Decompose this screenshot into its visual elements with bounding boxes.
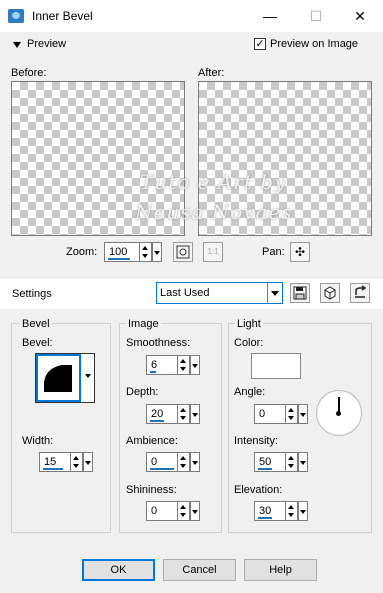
actual-size-button[interactable]: 1:1 — [203, 242, 223, 262]
smoothness-value: 6 — [151, 359, 158, 371]
color-label: Color: — [234, 337, 264, 349]
window-title: Inner Bevel — [32, 9, 93, 23]
preset-select[interactable]: Last Used — [156, 282, 283, 304]
width-label: Width: — [22, 435, 54, 447]
angle-dropdown-icon[interactable] — [298, 404, 308, 424]
shininess-input[interactable]: 0 — [146, 501, 200, 521]
bevel-label: Bevel: — [22, 337, 53, 349]
width-input[interactable]: 15 — [39, 452, 93, 472]
pan-label: Pan: — [262, 246, 285, 258]
depth-label: Depth: — [126, 386, 159, 398]
smoothness-underline — [150, 371, 156, 373]
intensity-spin-arrows[interactable] — [285, 453, 297, 471]
ambience-underline — [150, 468, 174, 470]
zoom-label: Zoom: — [66, 246, 98, 258]
reset-button[interactable] — [350, 283, 370, 303]
floppy-icon — [293, 286, 307, 300]
chevron-down-icon[interactable] — [267, 283, 282, 303]
width-dropdown-icon[interactable] — [83, 452, 93, 472]
zoom-spin-arrows[interactable] — [139, 243, 151, 261]
light-color-swatch[interactable] — [251, 353, 301, 379]
preview-toggle[interactable]: Preview — [27, 38, 66, 50]
elevation-input[interactable]: 30 — [254, 501, 308, 521]
angle-value: 0 — [259, 408, 266, 420]
intensity-dropdown-icon[interactable] — [298, 452, 308, 472]
app-icon — [8, 9, 24, 23]
angle-spin-arrows[interactable] — [285, 405, 297, 423]
width-spin-arrows[interactable] — [70, 453, 82, 471]
maximize-button[interactable]: ☐ — [293, 0, 339, 32]
shininess-label: Shininess: — [126, 484, 177, 496]
smoothness-label: Smoothness: — [126, 337, 191, 349]
width-underline — [43, 468, 63, 470]
zoom-underline — [108, 258, 130, 260]
depth-value: 20 — [151, 408, 164, 420]
ok-button[interactable]: OK — [82, 559, 155, 581]
close-button[interactable]: ✕ — [337, 0, 383, 32]
minimize-button[interactable]: — — [247, 0, 293, 32]
intensity-label: Intensity: — [234, 435, 279, 447]
shininess-spin-arrows[interactable] — [177, 502, 189, 520]
pan-move-icon[interactable]: ✣ — [290, 242, 310, 262]
ambience-spin-arrows[interactable] — [177, 453, 189, 471]
settings-label: Settings — [12, 288, 52, 300]
image-group-title: Image — [126, 318, 161, 330]
width-value: 15 — [44, 456, 57, 468]
randomize-button[interactable] — [320, 283, 340, 303]
depth-spin-arrows[interactable] — [177, 405, 189, 423]
bevel-shape-icon — [44, 365, 72, 392]
bevel-shape-select[interactable] — [35, 353, 95, 403]
zoom-value: 100 — [109, 246, 128, 258]
smoothness-dropdown-icon[interactable] — [190, 355, 200, 375]
after-label: After: — [198, 67, 225, 79]
elevation-dropdown-icon[interactable] — [298, 501, 308, 521]
elevation-spin-arrows[interactable] — [285, 502, 297, 520]
intensity-input[interactable]: 50 — [254, 452, 308, 472]
preview-on-image-label[interactable]: Preview on Image — [270, 38, 358, 50]
reset-icon — [355, 285, 367, 298]
ambience-input[interactable]: 0 — [146, 452, 200, 472]
zoom-dropdown-icon[interactable] — [152, 242, 162, 262]
zoom-input[interactable]: 100 — [104, 242, 162, 262]
elevation-underline — [258, 517, 272, 519]
cancel-button[interactable]: Cancel — [163, 559, 236, 581]
ambience-value: 0 — [151, 456, 158, 468]
bevel-group-title: Bevel — [20, 318, 52, 330]
help-button[interactable]: Help — [244, 559, 317, 581]
watermark-line2: Neusa Novaes — [135, 200, 293, 224]
depth-dropdown-icon[interactable] — [190, 404, 200, 424]
smoothness-input[interactable]: 6 — [146, 355, 200, 375]
preview-on-image-checkbox[interactable]: ✓ — [254, 38, 266, 50]
shininess-dropdown-icon[interactable] — [190, 501, 200, 521]
depth-input[interactable]: 20 — [146, 404, 200, 424]
light-group-title: Light — [235, 318, 263, 330]
ambience-dropdown-icon[interactable] — [190, 452, 200, 472]
ambience-label: Ambience: — [126, 435, 178, 447]
angle-input[interactable]: 0 — [254, 404, 308, 424]
dice-icon — [324, 286, 336, 300]
watermark-line1: Tuto e Art by — [140, 170, 287, 194]
intensity-underline — [258, 468, 272, 470]
shininess-value: 0 — [151, 505, 158, 517]
zoom-fit-icon — [176, 245, 190, 259]
elevation-label: Elevation: — [234, 484, 283, 496]
intensity-value: 50 — [259, 456, 272, 468]
bevel-shape-preview — [36, 354, 81, 402]
bevel-dropdown-icon[interactable] — [85, 374, 91, 378]
angle-dial[interactable] — [316, 390, 362, 436]
elevation-value: 30 — [259, 505, 272, 517]
angle-label: Angle: — [234, 386, 266, 398]
smoothness-spin-arrows[interactable] — [177, 356, 189, 374]
angle-dial-center — [336, 411, 341, 416]
collapse-arrow-icon[interactable] — [13, 42, 21, 48]
save-preset-button[interactable] — [290, 283, 310, 303]
before-label: Before: — [11, 67, 47, 79]
zoom-fit-button[interactable] — [173, 242, 193, 262]
depth-underline — [150, 420, 164, 422]
preset-value: Last Used — [160, 287, 210, 299]
